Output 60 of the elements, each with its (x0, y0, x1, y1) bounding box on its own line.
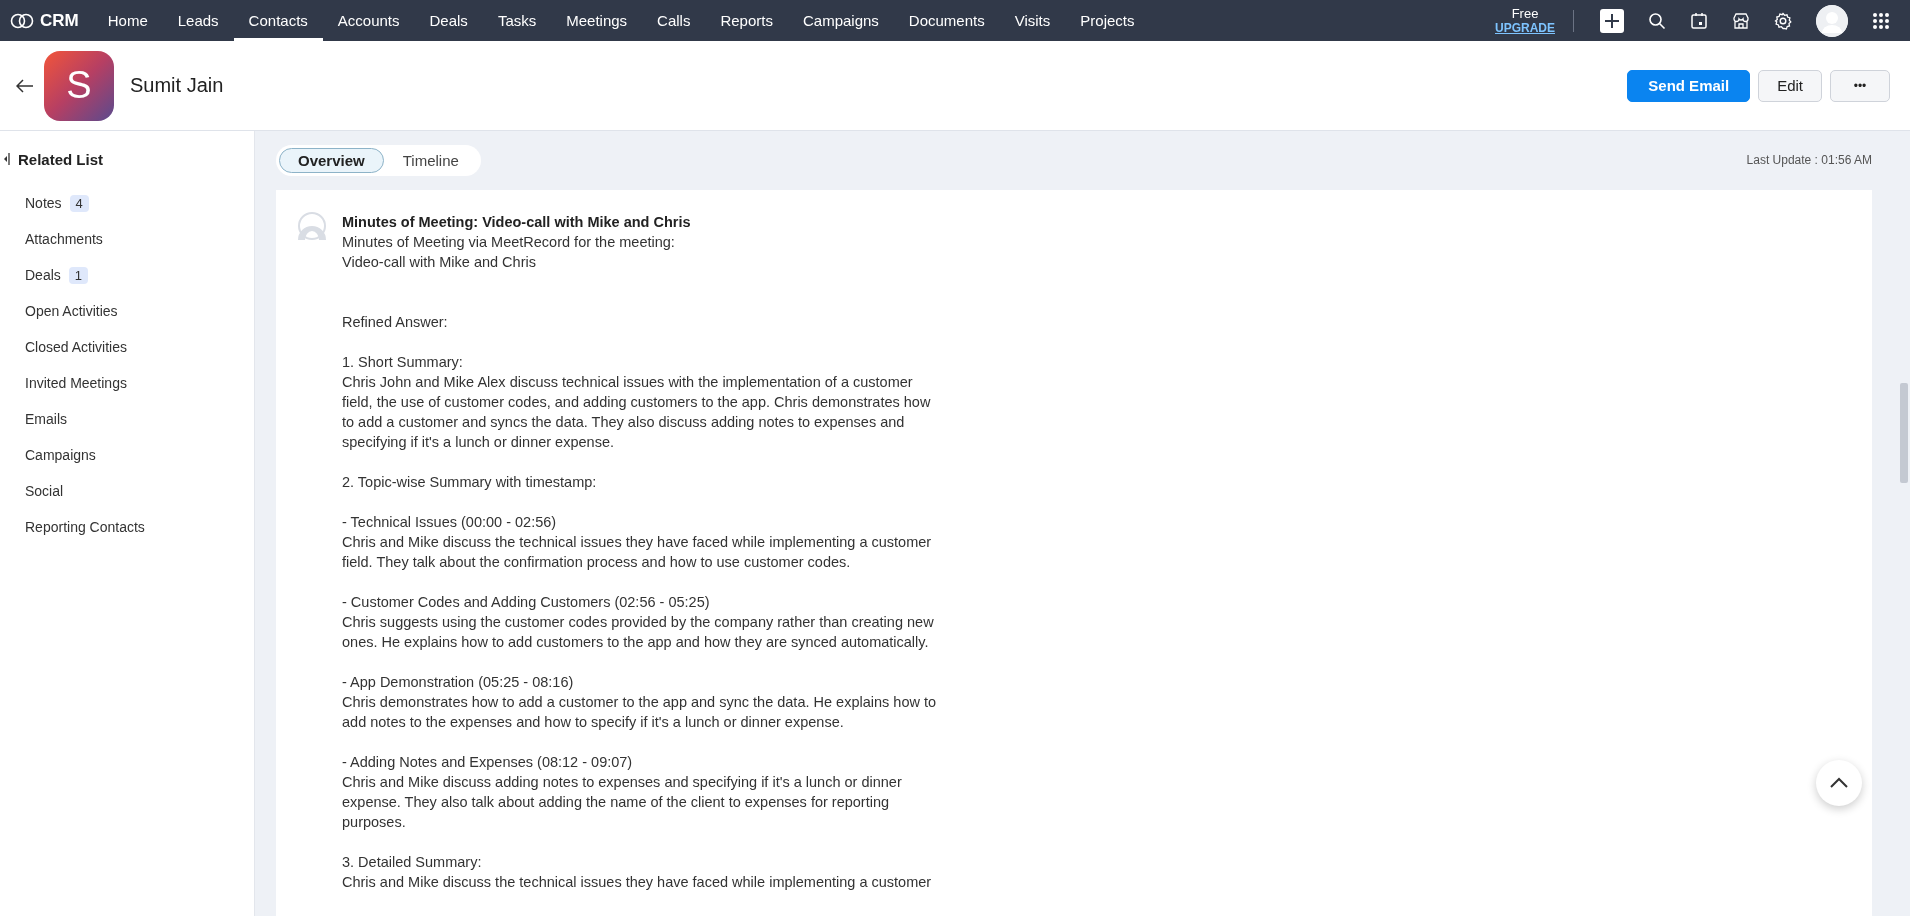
app-logo: CRM (40, 10, 79, 31)
calendar-icon[interactable] (1690, 11, 1708, 30)
note-paragraph: - App Demonstration (05:25 - 08:16) Chris demonstrates how to add a customer to the app and sync the data. He explains how to add notes to the expenses and how to specify if it's a lunch or dinner expense. (342, 673, 938, 732)
nav-tab[interactable]: Visits (999, 0, 1066, 41)
sidebar-item[interactable]: Reporting Contacts (25, 519, 145, 535)
contact-avatar: S (44, 50, 114, 121)
note-paragraph: 1. Short Summary: Chris John and Mike Alex discuss technical issues with the implementation of a customer field, the use of customer codes, and adding customers to the app. Chris demonstrates how to add a customer and syncs the data. They also discuss adding notes to expenses and specifying if it's a lunch or dinner expense. (342, 353, 932, 452)
logo-icon (10, 12, 34, 29)
more-button[interactable]: ••• (1830, 69, 1890, 102)
upgrade-link[interactable]: UPGRADE (1495, 20, 1555, 35)
count-badge: 4 (69, 194, 89, 212)
view-tab[interactable]: Overview (279, 147, 384, 173)
scrollbar-thumb[interactable] (1900, 383, 1908, 483)
collapse-icon[interactable] (4, 152, 10, 166)
nav-tab[interactable]: Campaigns (787, 0, 894, 41)
note-title: Minutes of Meeting: Video-call with Mike and Chris (342, 213, 692, 232)
plan-label: Free (1511, 6, 1539, 21)
sidebar-item[interactable]: Campaigns (25, 447, 96, 463)
back-arrow-icon[interactable] (16, 78, 34, 93)
send-email-button[interactable]: Send Email (1627, 69, 1751, 102)
nav-tab[interactable]: Meetings (551, 0, 643, 41)
note-paragraph: - Technical Issues (00:00 - 02:56) Chris and Mike discuss the technical issues they have faced while implementing a customer field. They talk about the confirmation process and how to use customer codes. (342, 513, 933, 572)
note-paragraph: 3. Detailed Summary: Chris and Mike discuss the technical issues they have faced while implementing a customer (342, 853, 933, 892)
sidebar-item[interactable]: Closed Activities (25, 339, 127, 355)
last-update: Last Update : 01:56 AM (1746, 153, 1872, 167)
count-badge: 1 (68, 266, 89, 284)
nav-tab[interactable]: Deals (414, 0, 483, 41)
note-paragraph: - Adding Notes and Expenses (08:12 - 09:07) Chris and Mike discuss adding notes to expenses and specifying if it's a lunch or dinner expense. They also talk about adding the name of the client to expenses for reporting purposes. (342, 753, 903, 832)
nav-tab[interactable]: Projects (1065, 0, 1150, 41)
sidebar-item[interactable]: Social (25, 483, 64, 499)
sidebar-item[interactable]: Deals (25, 267, 61, 283)
avatar-icon[interactable] (1816, 4, 1848, 37)
sidebar-title: Related List (18, 150, 104, 168)
nav-tab[interactable]: Documents (893, 0, 1000, 41)
nav-tab[interactable]: Calls (642, 0, 706, 41)
view-tab[interactable]: Timeline (383, 147, 478, 173)
store-icon[interactable] (1732, 11, 1750, 30)
sidebar-item[interactable]: Open Activities (25, 303, 118, 319)
note-paragraph: - Customer Codes and Adding Customers (02:56 - 05:25) Chris suggests using the customer codes provided by the company rather than creating new ones. He explains how to add customers to the app and how they are synced automatically. (342, 593, 935, 652)
note-paragraph: Minutes of Meeting via MeetRecord for the meeting: Video-call with Mike and Chris (342, 233, 676, 272)
apps-grid-icon[interactable] (1872, 11, 1890, 30)
sidebar-item[interactable]: Notes (25, 195, 62, 211)
chevron-up-icon (1829, 777, 1849, 789)
nav-tab[interactable]: Tasks (482, 0, 552, 41)
user-avatar-icon (296, 212, 328, 240)
contact-name: Sumit Jain (130, 74, 224, 97)
note-paragraph: 2. Topic-wise Summary with timestamp: (342, 473, 598, 492)
sidebar-item[interactable]: Invited Meetings (25, 375, 127, 391)
nav-tab[interactable]: Accounts (322, 0, 415, 41)
sidebar-item[interactable]: Emails (25, 411, 67, 427)
nav-tab[interactable]: Reports (705, 0, 788, 41)
nav-tab[interactable]: Home (92, 0, 163, 41)
settings-icon[interactable] (1774, 11, 1792, 30)
note-paragraph: Refined Answer: (342, 313, 449, 332)
search-icon[interactable] (1648, 11, 1666, 30)
edit-button[interactable]: Edit (1758, 69, 1822, 102)
sidebar-item[interactable]: Attachments (25, 231, 103, 247)
nav-tab[interactable]: Leads (162, 0, 234, 41)
plus-icon[interactable] (1600, 8, 1624, 33)
nav-tab[interactable]: Contacts (233, 0, 323, 41)
